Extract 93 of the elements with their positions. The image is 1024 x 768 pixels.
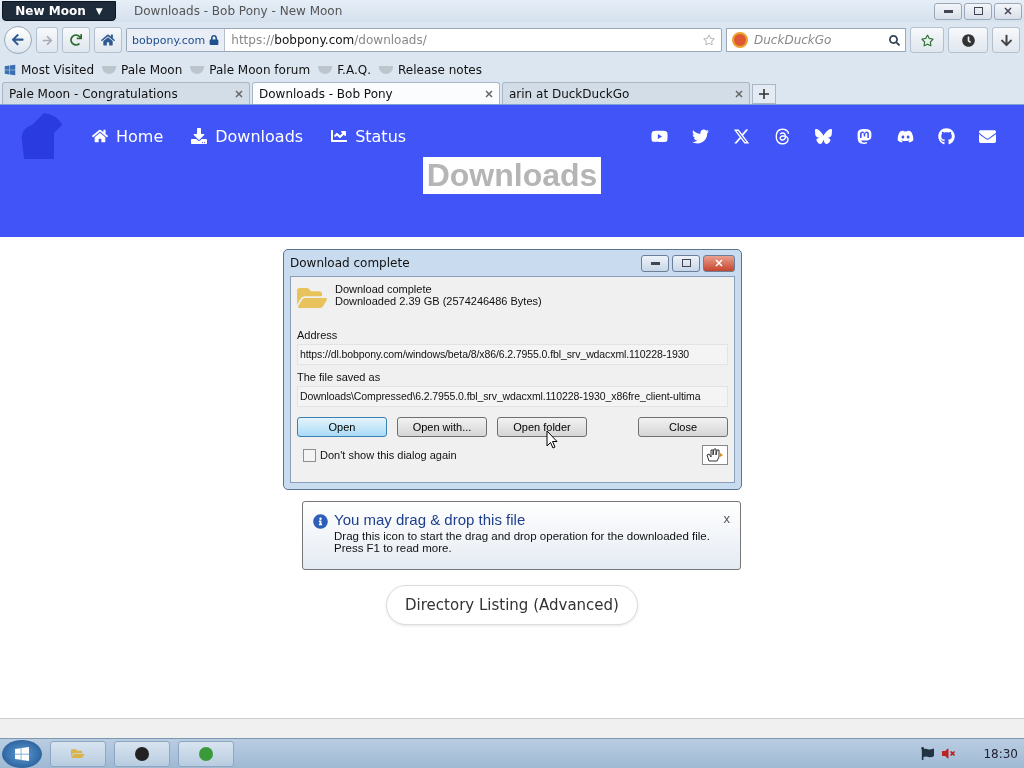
dismiss-button[interactable]: x xyxy=(723,511,730,525)
restore-button[interactable] xyxy=(964,2,992,20)
taskbar-button[interactable] xyxy=(114,740,170,767)
history-button[interactable] xyxy=(948,27,988,53)
bookmark-link[interactable]: Release notes xyxy=(379,63,482,77)
drag-hand-icon[interactable] xyxy=(702,445,728,465)
maximize-button[interactable] xyxy=(672,254,700,272)
caret-icon: ▼ xyxy=(95,6,103,16)
search-icon xyxy=(889,34,900,46)
arrow-down-icon xyxy=(999,33,1013,47)
butterfly-icon[interactable] xyxy=(815,127,832,145)
bookmark-link[interactable]: Most Visited xyxy=(4,63,95,77)
window-icon xyxy=(4,64,16,76)
field-label: The file saved as xyxy=(297,371,382,383)
trend-line-icon xyxy=(331,128,348,144)
downloads-button[interactable] xyxy=(992,27,1020,53)
bookmark-link[interactable]: Pale Moon forum xyxy=(190,63,311,77)
chat-bubble-icon[interactable] xyxy=(856,127,873,145)
close-button[interactable] xyxy=(994,2,1022,20)
home-icon xyxy=(101,33,115,47)
app-menu-button[interactable]: New Moon ▼ xyxy=(2,1,116,21)
minimize-icon xyxy=(943,9,953,13)
arrow-left-icon xyxy=(11,33,25,47)
bookmark-link[interactable]: Pale Moon xyxy=(102,63,183,77)
site-identity[interactable]: bobpony.com xyxy=(127,29,226,51)
clock: 18:30 xyxy=(983,746,1018,761)
home-icon xyxy=(92,128,108,144)
bookmark-link[interactable]: F.A.Q. xyxy=(318,63,371,77)
reload-icon xyxy=(70,34,82,46)
clock-icon xyxy=(961,33,975,47)
url-text: https://bobpony.com/downloads/ xyxy=(230,33,428,47)
saved-path-field[interactable]: Downloads\Compressed\6.2.7955.0.fbl_srv_wdacxml.110228-1930_x86fre_client-ultima xyxy=(297,386,728,407)
window-title: Downloads - Bob Pony - New Moon xyxy=(134,4,344,18)
folder-icon xyxy=(71,746,85,761)
close-button[interactable] xyxy=(703,254,735,272)
bookmark-star-button[interactable] xyxy=(910,27,944,53)
dialog-button[interactable]: Open xyxy=(297,417,387,437)
browser-tab[interactable]: Pale Moon - Congratulations xyxy=(2,82,250,104)
new-tab-button[interactable] xyxy=(752,84,776,104)
minimize-icon xyxy=(650,261,660,265)
envelope-icon[interactable] xyxy=(979,127,996,145)
close-icon[interactable] xyxy=(485,89,493,98)
bird-icon[interactable] xyxy=(692,127,709,145)
close-icon xyxy=(1004,7,1012,15)
lock-icon xyxy=(209,35,220,45)
home-button[interactable] xyxy=(94,27,122,53)
nav-link[interactable]: Status xyxy=(331,126,407,146)
checkbox[interactable] xyxy=(303,448,316,462)
info-icon xyxy=(313,514,328,529)
start-button[interactable] xyxy=(2,739,42,768)
page-heading: Downloads xyxy=(422,157,602,194)
restore-icon xyxy=(973,7,983,15)
browser-tab[interactable]: arin at DuckDuckGo xyxy=(502,82,750,104)
close-icon[interactable] xyxy=(735,89,743,98)
nav-link[interactable]: Home xyxy=(92,126,164,146)
address-field[interactable]: https://dl.bobpony.com/windows/beta/8/x86/6.2.7955.0.fbl_srv_wdacxml.110228-1930 xyxy=(297,344,728,365)
reload-button[interactable] xyxy=(62,27,90,53)
dialog-title: Download complete xyxy=(290,256,411,270)
cat-icon[interactable] xyxy=(938,127,955,145)
download-icon xyxy=(191,128,208,144)
address-bar[interactable]: bobpony.com https://bobpony.com/downloads/ xyxy=(126,28,722,52)
field-label: Address xyxy=(297,329,339,341)
mouse-cursor-icon xyxy=(546,430,558,449)
checkbox-label: Don't show this dialog again xyxy=(320,449,457,461)
star-icon xyxy=(920,33,934,47)
minimize-button[interactable] xyxy=(641,254,669,272)
plus-icon xyxy=(759,89,769,99)
minimize-button[interactable] xyxy=(934,2,962,20)
duck-icon xyxy=(732,32,748,48)
moon-icon xyxy=(135,746,149,761)
dialog-button[interactable]: Open with... xyxy=(397,417,487,437)
x-letter-icon[interactable] xyxy=(733,127,750,145)
at-sign-icon[interactable] xyxy=(774,127,791,145)
back-button[interactable] xyxy=(4,26,32,54)
dialog-button[interactable]: Open folder xyxy=(497,417,587,437)
balloon-title: You may drag & drop this file xyxy=(334,511,527,528)
windows-logo-icon xyxy=(14,745,30,762)
dialog-button[interactable]: Close xyxy=(638,417,728,437)
directory-listing-button[interactable]: Directory Listing (Advanced) xyxy=(386,585,638,625)
close-icon[interactable] xyxy=(235,89,243,98)
star-icon[interactable] xyxy=(703,34,715,46)
search-bar[interactable]: DuckDuckGo xyxy=(726,28,906,52)
status-text: Download complete xyxy=(335,283,433,295)
size-text: Downloaded 2.39 GB (2574246486 Bytes) xyxy=(335,295,542,307)
flag-icon[interactable] xyxy=(921,747,935,760)
restore-icon xyxy=(681,259,691,267)
balloon-text: Press F1 to read more. xyxy=(334,542,453,554)
speaker-muted-icon[interactable] xyxy=(942,747,956,760)
arrow-right-icon xyxy=(41,34,53,46)
nav-link[interactable]: Downloads xyxy=(191,126,304,146)
close-icon xyxy=(715,259,723,267)
browser-tab[interactable]: Downloads - Bob Pony xyxy=(252,82,500,104)
balloon-text: Drag this icon to start the drag and drop operation for the downloaded file. xyxy=(334,530,711,542)
